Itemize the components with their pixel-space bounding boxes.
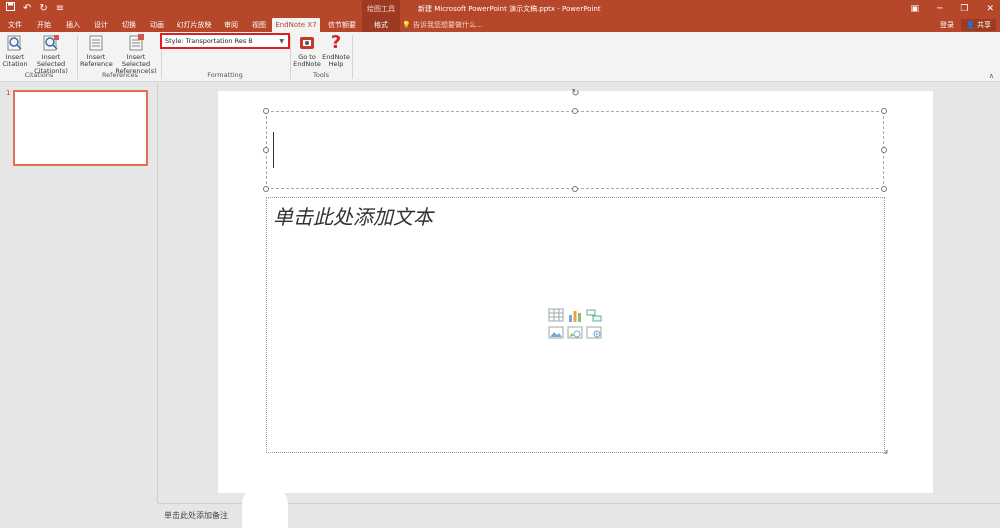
share-button[interactable]: 👤 共享	[961, 19, 996, 31]
ribbon-display-icon[interactable]: ▣	[910, 4, 919, 14]
citations-group-label: Citations	[24, 71, 54, 79]
endnote-help-button[interactable]: ? EndNote Help	[322, 34, 350, 68]
goto-endnote-button[interactable]: Go to EndNote	[292, 34, 322, 68]
insert-chart-icon[interactable]	[567, 308, 583, 323]
tab-view[interactable]: 视图	[248, 18, 270, 32]
context-group-label: 绘图工具	[362, 0, 400, 18]
references-group-label: References	[101, 71, 139, 79]
resize-handle[interactable]	[881, 147, 887, 153]
quick-access-toolbar: ↶ ↻ ≡	[6, 2, 64, 16]
content-placeholder[interactable]: 单击此处添加文本	[266, 197, 885, 453]
resize-handle[interactable]	[881, 108, 887, 114]
insert-citation-button[interactable]: Insert Citation	[2, 34, 28, 68]
style-dropdown[interactable]: Style: Transportation Res B ▼	[160, 33, 290, 49]
group-separator	[77, 35, 78, 79]
undo-icon[interactable]: ↶	[23, 2, 31, 16]
window-title: 新建 Microsoft PowerPoint 演示文稿.pptx - Powe…	[418, 5, 601, 13]
style-value: Transportation Res B	[185, 37, 253, 45]
insert-citation-icon	[6, 34, 24, 52]
resize-handle[interactable]	[263, 186, 269, 192]
login-link[interactable]: 登录	[940, 18, 954, 32]
resize-handle[interactable]	[572, 108, 578, 114]
insert-reference-button[interactable]: Insert Reference	[80, 34, 113, 68]
insert-selected-citation-icon	[42, 34, 60, 52]
slide-thumbnail[interactable]	[13, 90, 148, 166]
insert-online-picture-icon[interactable]	[567, 325, 583, 340]
insert-reference-label2: Reference	[80, 60, 113, 68]
notes-splitter	[242, 482, 288, 528]
person-icon: 👤	[966, 21, 975, 29]
minimize-icon[interactable]: ─	[937, 4, 942, 14]
style-label: Style:	[165, 37, 184, 45]
insert-reference-icon	[87, 34, 105, 52]
tab-slideshow[interactable]: 幻灯片放映	[174, 18, 214, 32]
resize-handle[interactable]	[263, 147, 269, 153]
tab-insert[interactable]: 插入	[62, 18, 84, 32]
ribbon-tabs: 文件 开始 插入 设计 切换 动画 幻灯片放映 审阅 视图 EndNote X7…	[0, 18, 1000, 32]
slide-number: 1	[6, 89, 11, 97]
customize-icon[interactable]: ≡	[56, 2, 64, 16]
ribbon: Insert Citation Insert Selected Citation…	[0, 32, 1000, 82]
insert-smartart-icon[interactable]	[586, 308, 602, 323]
resize-grip-icon: ◢	[883, 448, 888, 455]
insert-citation-label2: Citation	[2, 60, 28, 68]
tab-animations[interactable]: 动画	[146, 18, 168, 32]
collapse-ribbon-icon[interactable]: ∧	[989, 72, 994, 80]
tab-endnote[interactable]: EndNote X7	[272, 18, 320, 32]
tab-home[interactable]: 开始	[33, 18, 55, 32]
tab-file[interactable]: 文件	[4, 18, 26, 32]
tab-design[interactable]: 设计	[90, 18, 112, 32]
tab-extra[interactable]: 信节额要	[324, 18, 360, 32]
insert-selected-citation-label1: Insert Selected	[36, 53, 66, 68]
group-separator	[352, 35, 353, 79]
insert-selected-citation-button[interactable]: Insert Selected Citation(s)	[28, 34, 74, 75]
tools-group-label: Tools	[312, 71, 329, 79]
resize-handle[interactable]	[572, 186, 578, 192]
insert-table-icon[interactable]	[548, 308, 564, 323]
help-icon: ?	[330, 32, 342, 53]
group-separator	[290, 35, 291, 79]
share-label: 共享	[977, 21, 991, 29]
resize-handle[interactable]	[881, 186, 887, 192]
title-bar: ↶ ↻ ≡ 绘图工具 新建 Microsoft PowerPoint 演示文稿.…	[0, 0, 1000, 18]
chevron-down-icon: ▼	[279, 38, 284, 45]
goto-endnote-label2: EndNote	[293, 60, 321, 68]
insert-selected-reference-button[interactable]: Insert Selected Reference(s)	[113, 34, 159, 75]
formatting-group-label: Formatting	[207, 71, 243, 79]
title-placeholder[interactable]	[266, 111, 884, 189]
slide-thumbnails-panel: 1	[0, 83, 158, 503]
window-controls: ▣ ─ ❐ ✕	[910, 0, 994, 18]
insert-picture-icon[interactable]	[548, 325, 564, 340]
insert-content-icons	[548, 308, 602, 340]
tell-me-text: 告诉我您想要做什么...	[412, 21, 483, 29]
restore-icon[interactable]: ❐	[960, 4, 968, 14]
endnote-help-label2: Help	[328, 60, 344, 68]
save-icon[interactable]	[6, 2, 15, 16]
tab-transitions[interactable]: 切换	[118, 18, 140, 32]
redo-icon[interactable]: ↻	[39, 2, 47, 16]
content-prompt: 单击此处添加文本	[273, 205, 433, 229]
resize-handle[interactable]	[263, 108, 269, 114]
lightbulb-icon: 💡	[402, 21, 411, 29]
rotate-handle-icon[interactable]: ↻	[570, 88, 581, 99]
insert-selected-reference-label1: Insert Selected	[121, 53, 151, 68]
tab-review[interactable]: 审阅	[220, 18, 242, 32]
insert-video-icon[interactable]	[586, 325, 602, 340]
tab-format[interactable]: 格式	[362, 18, 400, 32]
endnote-icon	[298, 34, 316, 52]
notes-placeholder: 单击此处添加备注	[164, 511, 228, 520]
insert-selected-reference-icon	[127, 34, 145, 52]
close-icon[interactable]: ✕	[986, 4, 994, 14]
text-cursor	[273, 132, 274, 168]
tell-me-box[interactable]: 💡 告诉我您想要做什么...	[402, 18, 483, 32]
